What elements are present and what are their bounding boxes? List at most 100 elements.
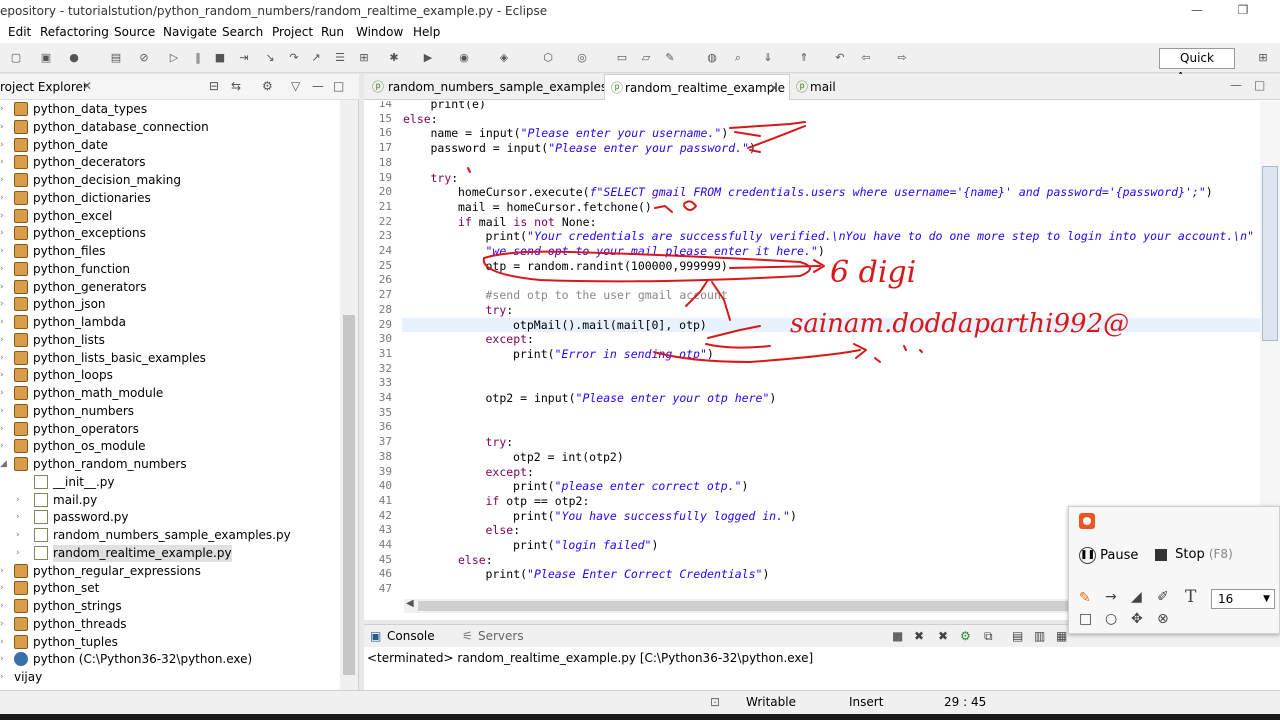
collapse-all-icon[interactable]: ⊟ xyxy=(209,79,219,93)
link-editor-icon[interactable]: ⇆ xyxy=(231,79,241,93)
expand-arrow-icon[interactable]: › xyxy=(0,225,10,242)
expand-arrow-icon[interactable]: › xyxy=(0,438,10,455)
tree-file-item[interactable]: › mail.py xyxy=(0,492,340,509)
code-line[interactable]: "we send opt to your mail please enter i… xyxy=(486,244,825,259)
code-line[interactable]: print("You have successfully logged in."… xyxy=(513,509,797,524)
arrow-tool-icon[interactable]: → xyxy=(1105,589,1117,605)
expand-arrow-icon[interactable]: › xyxy=(0,332,10,349)
tree-file-item[interactable]: › random_realtime_example.py xyxy=(0,544,340,562)
back-icon[interactable]: ⇦ xyxy=(858,50,874,66)
suspend-icon[interactable]: ‖ xyxy=(190,50,206,66)
tree-item[interactable]: › python_generators xyxy=(0,279,340,296)
tree-item[interactable]: › vijay xyxy=(0,669,340,686)
terminate-icon[interactable]: ■ xyxy=(212,50,228,66)
code-line[interactable]: if otp == otp2: xyxy=(486,494,590,509)
code-line[interactable]: otp2 = int(otp2) xyxy=(513,450,624,465)
expand-arrow-icon[interactable]: › xyxy=(0,208,10,225)
code-line[interactable]: otp2 = input("Please enter your otp here… xyxy=(486,391,777,406)
list-icon[interactable]: ☰ xyxy=(332,50,348,66)
expand-arrow-icon[interactable]: › xyxy=(0,385,10,402)
tree-item[interactable]: › python_os_module xyxy=(0,438,340,455)
copy-icon[interactable]: ⧉ xyxy=(984,629,993,644)
new-package-icon[interactable]: ⬡ xyxy=(540,50,556,66)
new-icon[interactable]: ▢ xyxy=(8,50,24,66)
tree-item[interactable]: › python_lists xyxy=(0,332,340,349)
code-line[interactable]: except: xyxy=(486,465,534,480)
expand-arrow-icon[interactable]: › xyxy=(0,421,10,438)
tree-item[interactable]: › python_dictionaries xyxy=(0,190,340,207)
menu-run[interactable]: Run xyxy=(321,25,344,39)
menu-project[interactable]: Project xyxy=(272,25,313,39)
tree-item[interactable]: › python_database_connection xyxy=(0,119,340,136)
rectangle-tool-icon[interactable]: □ xyxy=(1079,611,1092,627)
restore-button[interactable]: ❐ xyxy=(1233,3,1253,17)
disconnect-icon[interactable]: ⇥ xyxy=(236,50,252,66)
filter-icon[interactable]: ⚙ xyxy=(262,79,273,93)
code-line[interactable]: if mail is not None: xyxy=(458,215,597,230)
tree-item[interactable]: › python_set xyxy=(0,580,340,597)
menu-navigate[interactable]: Navigate xyxy=(163,25,217,39)
tree-item[interactable]: › python_json xyxy=(0,296,340,313)
user-icon[interactable]: ● xyxy=(66,50,82,66)
code-line[interactable]: homeCursor.execute(f"SELECT gmail FROM c… xyxy=(458,185,1213,200)
word-wrap-icon[interactable]: ▦ xyxy=(1056,629,1067,643)
run-icon[interactable]: ▶ xyxy=(420,50,436,66)
code-line[interactable]: else: xyxy=(403,112,438,127)
code-line[interactable]: mail = homeCursor.fetchone() xyxy=(458,200,652,215)
last-edit-icon[interactable]: ↶ xyxy=(832,50,848,66)
expand-arrow-icon[interactable]: › xyxy=(0,651,10,668)
tree-item[interactable]: › python (C:\Python36-32\python.exe) xyxy=(0,651,340,668)
expand-arrow-icon[interactable]: › xyxy=(0,563,10,580)
tree-item[interactable]: › python_files xyxy=(0,243,340,260)
open-type-icon[interactable]: ▱ xyxy=(638,50,654,66)
tree-item[interactable]: › python_math_module xyxy=(0,385,340,402)
text-tool-icon[interactable]: T xyxy=(1185,587,1196,607)
step-into-icon[interactable]: ↘ xyxy=(262,50,278,66)
pen-tool-icon[interactable]: ✎ xyxy=(1079,590,1091,606)
code-line[interactable]: print("Please Enter Correct Credentials"… xyxy=(486,567,770,582)
code-line[interactable]: try: xyxy=(431,171,459,186)
tree-item[interactable]: › python_function xyxy=(0,261,340,278)
expand-arrow-icon[interactable]: › xyxy=(0,261,10,278)
tab-mail[interactable]: ⓟ mail xyxy=(792,74,852,100)
highlighter-tool-icon[interactable]: ✐ xyxy=(1157,589,1169,605)
minimize-editor-icon[interactable]: — xyxy=(1230,78,1242,92)
expand-arrow-icon[interactable]: › xyxy=(0,119,10,136)
tree-item[interactable]: › python_lists_basic_examples xyxy=(0,350,340,367)
tree-file-item[interactable]: __init__.py xyxy=(0,474,340,491)
tab-servers[interactable]: Servers xyxy=(478,629,524,643)
remove-all-icon[interactable]: ✖ xyxy=(938,629,948,643)
code-line[interactable]: else: xyxy=(458,553,493,568)
expand-arrow-icon[interactable]: › xyxy=(0,137,10,154)
tab-random-realtime-example[interactable]: ⓟ random_realtime_example ✕ xyxy=(604,74,790,100)
tree-item[interactable]: › python_threads xyxy=(0,616,340,633)
expand-arrow-icon[interactable]: › xyxy=(0,580,10,597)
minimize-view-icon[interactable]: — xyxy=(312,79,324,93)
maximize-editor-icon[interactable]: □ xyxy=(1254,78,1265,92)
tree-item[interactable]: › python_decision_making xyxy=(0,172,340,189)
maximize-view-icon[interactable]: □ xyxy=(333,79,344,93)
tree-item[interactable]: › python_date xyxy=(0,137,340,154)
code-line[interactable]: try: xyxy=(486,303,514,318)
tab-random-numbers-sample-examples[interactable]: ⓟ random_numbers_sample_examples xyxy=(366,74,607,100)
tree-item[interactable]: › python_excel xyxy=(0,208,340,225)
save-icon[interactable]: ▣ xyxy=(38,50,54,66)
expand-arrow-icon[interactable]: › xyxy=(0,243,10,260)
tree-item[interactable]: › python_numbers xyxy=(0,403,340,420)
tree-item[interactable]: › python_exceptions xyxy=(0,225,340,242)
expand-arrow-icon[interactable]: › xyxy=(0,350,10,367)
scroll-left-icon[interactable]: ◀ xyxy=(406,598,414,609)
move-tool-icon[interactable]: ✥ xyxy=(1131,611,1143,627)
skip-breakpoints-icon[interactable]: ⊘ xyxy=(136,50,152,66)
new-class-icon[interactable]: ◎ xyxy=(574,50,590,66)
tree-item[interactable]: › python_strings xyxy=(0,598,340,615)
menu-refactoring[interactable]: Refactoring xyxy=(40,25,109,39)
expand-arrow-icon[interactable]: › xyxy=(0,367,10,384)
code-line[interactable]: otp = random.randint(100000,999999) xyxy=(486,259,728,274)
tree-item[interactable]: › python_lambda xyxy=(0,314,340,331)
menu-help[interactable]: Help xyxy=(413,25,440,39)
pen-icon[interactable]: ✎ xyxy=(662,50,678,66)
perspective-icon[interactable]: ⊞ xyxy=(1255,50,1271,66)
eraser-tool-icon[interactable]: ◢ xyxy=(1131,589,1142,605)
globe-icon[interactable]: ◍ xyxy=(704,50,720,66)
